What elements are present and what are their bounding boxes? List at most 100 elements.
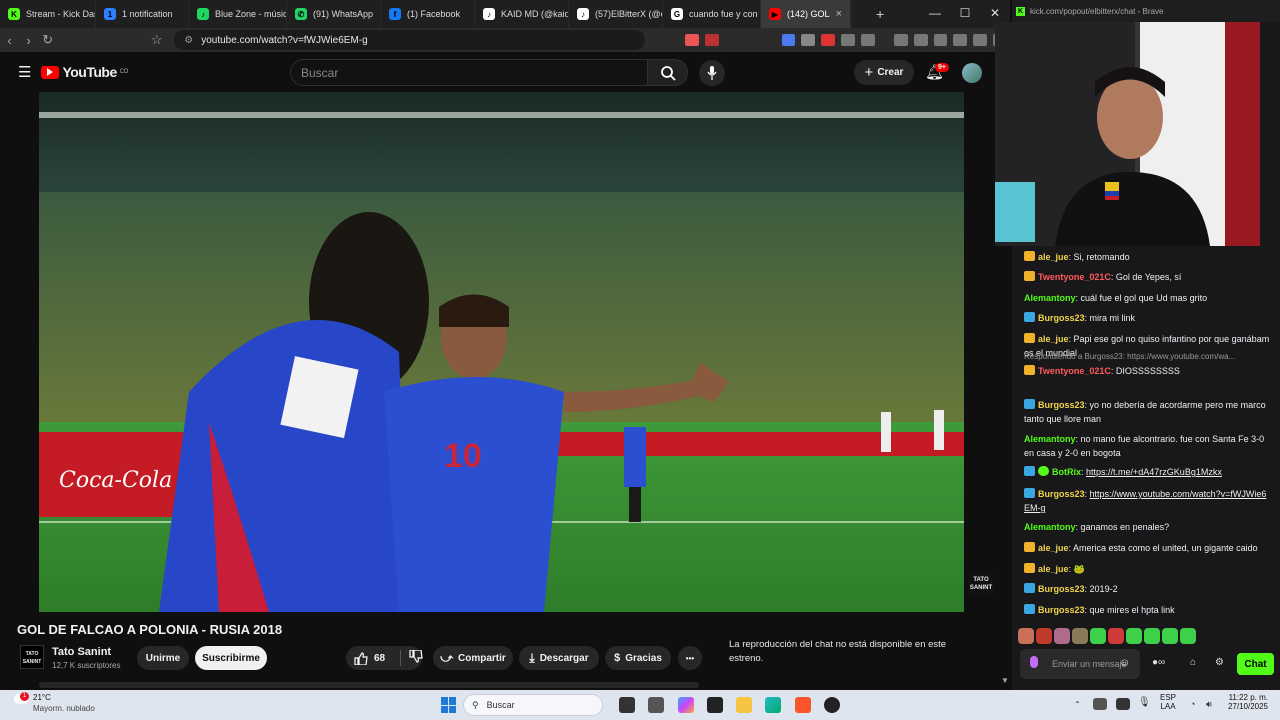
- chat-username[interactable]: Twentyone_021C: [1038, 272, 1111, 282]
- emote-icon[interactable]: [1126, 628, 1142, 644]
- close-window-button[interactable]: ✕: [980, 6, 1010, 20]
- browser-tab[interactable]: ♪ KAID MD (@kaid: [475, 0, 569, 28]
- channel-watermark[interactable]: TATO SANINT: [968, 572, 994, 596]
- windows-start-icon[interactable]: [441, 697, 457, 713]
- send-chat-button[interactable]: Chat: [1237, 653, 1274, 675]
- chat-username[interactable]: Burgoss23: [1038, 313, 1085, 323]
- description-box[interactable]: [39, 682, 699, 688]
- new-tab-button[interactable]: +: [876, 6, 884, 22]
- share-button[interactable]: ⤻ Compartir: [433, 646, 513, 670]
- obs-icon[interactable]: [824, 697, 840, 713]
- more-actions-button[interactable]: •••: [678, 646, 702, 670]
- chat-username[interactable]: ale_jue: [1038, 252, 1069, 262]
- chat-message[interactable]: Twentyone_021C: DIOSSSSSSSS: [1024, 364, 1270, 378]
- chat-username[interactable]: Burgoss23: [1038, 605, 1085, 615]
- extension-icon[interactable]: [860, 34, 875, 46]
- chat-message[interactable]: ale_jue: 🐸: [1024, 562, 1270, 576]
- video-player[interactable]: Coca-Cola 10: [39, 92, 964, 612]
- tray-app-icon[interactable]: [1116, 698, 1130, 710]
- sidebar-icon[interactable]: [913, 34, 928, 46]
- chat-message[interactable]: Burgoss23: que mires el hpta link: [1024, 603, 1270, 617]
- chat-username[interactable]: Burgoss23: [1038, 400, 1085, 410]
- forward-icon[interactable]: ›: [19, 33, 38, 48]
- chat-text[interactable]: https://t.me/+dA47rzGKuBg1Mzkx: [1086, 467, 1222, 477]
- youtube-logo[interactable]: YouTube CO: [41, 64, 128, 80]
- store-icon[interactable]: ⌂: [1190, 657, 1196, 668]
- emote-icon[interactable]: [1108, 628, 1124, 644]
- file-explorer-icon[interactable]: [736, 697, 752, 713]
- maximize-button[interactable]: ☐: [950, 6, 980, 20]
- widgets-icon[interactable]: [648, 697, 664, 713]
- chat-message[interactable]: Alemantony: ganamos en penales?: [1024, 520, 1270, 534]
- create-button[interactable]: + Crear: [854, 60, 914, 85]
- browser-tab[interactable]: ♪ Blue Zone - músic: [189, 0, 287, 28]
- chat-username[interactable]: Alemantony: [1024, 522, 1076, 532]
- extension-icon[interactable]: [801, 34, 816, 46]
- chat-username[interactable]: ale_jue: [1038, 564, 1069, 574]
- chat-username[interactable]: Burgoss23: [1038, 489, 1085, 499]
- scroll-down-arrow-icon[interactable]: ▼: [1001, 676, 1009, 685]
- media-icon[interactable]: [893, 34, 908, 46]
- chat-users-icon[interactable]: ●∞: [1152, 657, 1165, 668]
- chat-username[interactable]: ale_jue: [1038, 543, 1069, 553]
- taskbar-search[interactable]: ⚲ Buscar: [463, 694, 603, 716]
- chat-message[interactable]: Alemantony: cuál fue el gol que Ud mas g…: [1024, 291, 1270, 305]
- chat-message[interactable]: BotRix: https://t.me/+dA47rzGKuBg1Mzkx: [1024, 465, 1270, 479]
- hamburger-menu-icon[interactable]: ☰: [18, 63, 31, 81]
- search-button[interactable]: [648, 59, 688, 86]
- chat-username[interactable]: ale_jue: [1038, 334, 1069, 344]
- language-indicator[interactable]: ESP LAA: [1160, 693, 1176, 711]
- dislike-button[interactable]: [400, 649, 423, 666]
- browser-tab[interactable]: ♪ (57)ElBitterX (@e: [569, 0, 663, 28]
- emote-icon[interactable]: [1036, 628, 1052, 644]
- wallet-icon[interactable]: [933, 34, 948, 46]
- bookmark-icon[interactable]: ☆: [147, 32, 166, 48]
- weather-temp[interactable]: 21°C: [33, 693, 51, 702]
- leo-icon[interactable]: [953, 34, 968, 46]
- browser-tab[interactable]: f (1) Facebook: [381, 0, 475, 28]
- emote-picker-icon[interactable]: ☺: [1119, 657, 1130, 669]
- edge-icon[interactable]: [765, 697, 781, 713]
- emote-icon[interactable]: [1144, 628, 1160, 644]
- avatar[interactable]: [962, 63, 982, 83]
- puzzle-icon[interactable]: [841, 34, 855, 46]
- emote-icon[interactable]: [1162, 628, 1178, 644]
- download-button[interactable]: ⤓ Descargar: [519, 646, 599, 670]
- wifi-icon[interactable]: ◔: [1190, 699, 1195, 709]
- url-field[interactable]: ⚙ youtube.com/watch?v=fWJWie6EM-g: [174, 30, 645, 50]
- chat-message[interactable]: Burgoss23: mira mi link: [1024, 311, 1270, 325]
- chat-message[interactable]: Alemantony: no mano fue alcontrario. fue…: [1024, 432, 1270, 460]
- chat-message[interactable]: Twentyone_021C: Gol de Yepes, sí: [1024, 270, 1270, 284]
- chat-message[interactable]: Burgoss23: https://www.youtube.com/watch…: [1024, 487, 1270, 515]
- chat-username[interactable]: Alemantony: [1024, 434, 1076, 444]
- brave-shields-icon[interactable]: [684, 34, 699, 46]
- channel-name[interactable]: Tato Sanint: [52, 646, 111, 658]
- voice-search-button[interactable]: [699, 60, 725, 86]
- thanks-button[interactable]: $ Gracias: [605, 646, 671, 670]
- clock[interactable]: 11:22 p. m. 27/10/2025: [1226, 693, 1268, 711]
- browser-tab[interactable]: 1 1 notification: [96, 0, 189, 28]
- emote-icon[interactable]: [1180, 628, 1196, 644]
- back-icon[interactable]: ‹: [0, 33, 19, 48]
- vpn-icon[interactable]: [973, 34, 988, 46]
- emote-icon[interactable]: [1072, 628, 1088, 644]
- chat-username[interactable]: Burgoss23: [1038, 584, 1085, 594]
- volume-icon[interactable]: 🔊︎: [1206, 699, 1212, 710]
- chat-username[interactable]: Twentyone_021C: [1038, 366, 1111, 376]
- minimize-button[interactable]: —: [920, 6, 950, 20]
- chat-settings-icon[interactable]: ⚙: [1215, 657, 1224, 668]
- search-input[interactable]: Buscar: [290, 59, 648, 86]
- like-button[interactable]: 68: [354, 651, 385, 665]
- close-tab-icon[interactable]: ×: [836, 8, 842, 20]
- site-info-icon[interactable]: ⚙: [184, 35, 193, 46]
- brave-icon[interactable]: [795, 697, 811, 713]
- browser-tab[interactable]: ✆ (91) WhatsApp: [287, 0, 381, 28]
- translate-ext-icon[interactable]: [781, 34, 796, 46]
- chat-message[interactable]: Burgoss23: yo no debería de acordarme pe…: [1024, 398, 1270, 426]
- browser-tab[interactable]: ▶ (142) GOL ×: [761, 0, 851, 28]
- task-view-icon[interactable]: [619, 697, 635, 713]
- tray-mic-icon[interactable]: 🎙︎: [1138, 697, 1151, 708]
- browser-tab[interactable]: K Stream - Kick Das: [0, 0, 96, 28]
- brave-rewards-icon[interactable]: [704, 34, 719, 46]
- copilot-icon[interactable]: [678, 697, 694, 713]
